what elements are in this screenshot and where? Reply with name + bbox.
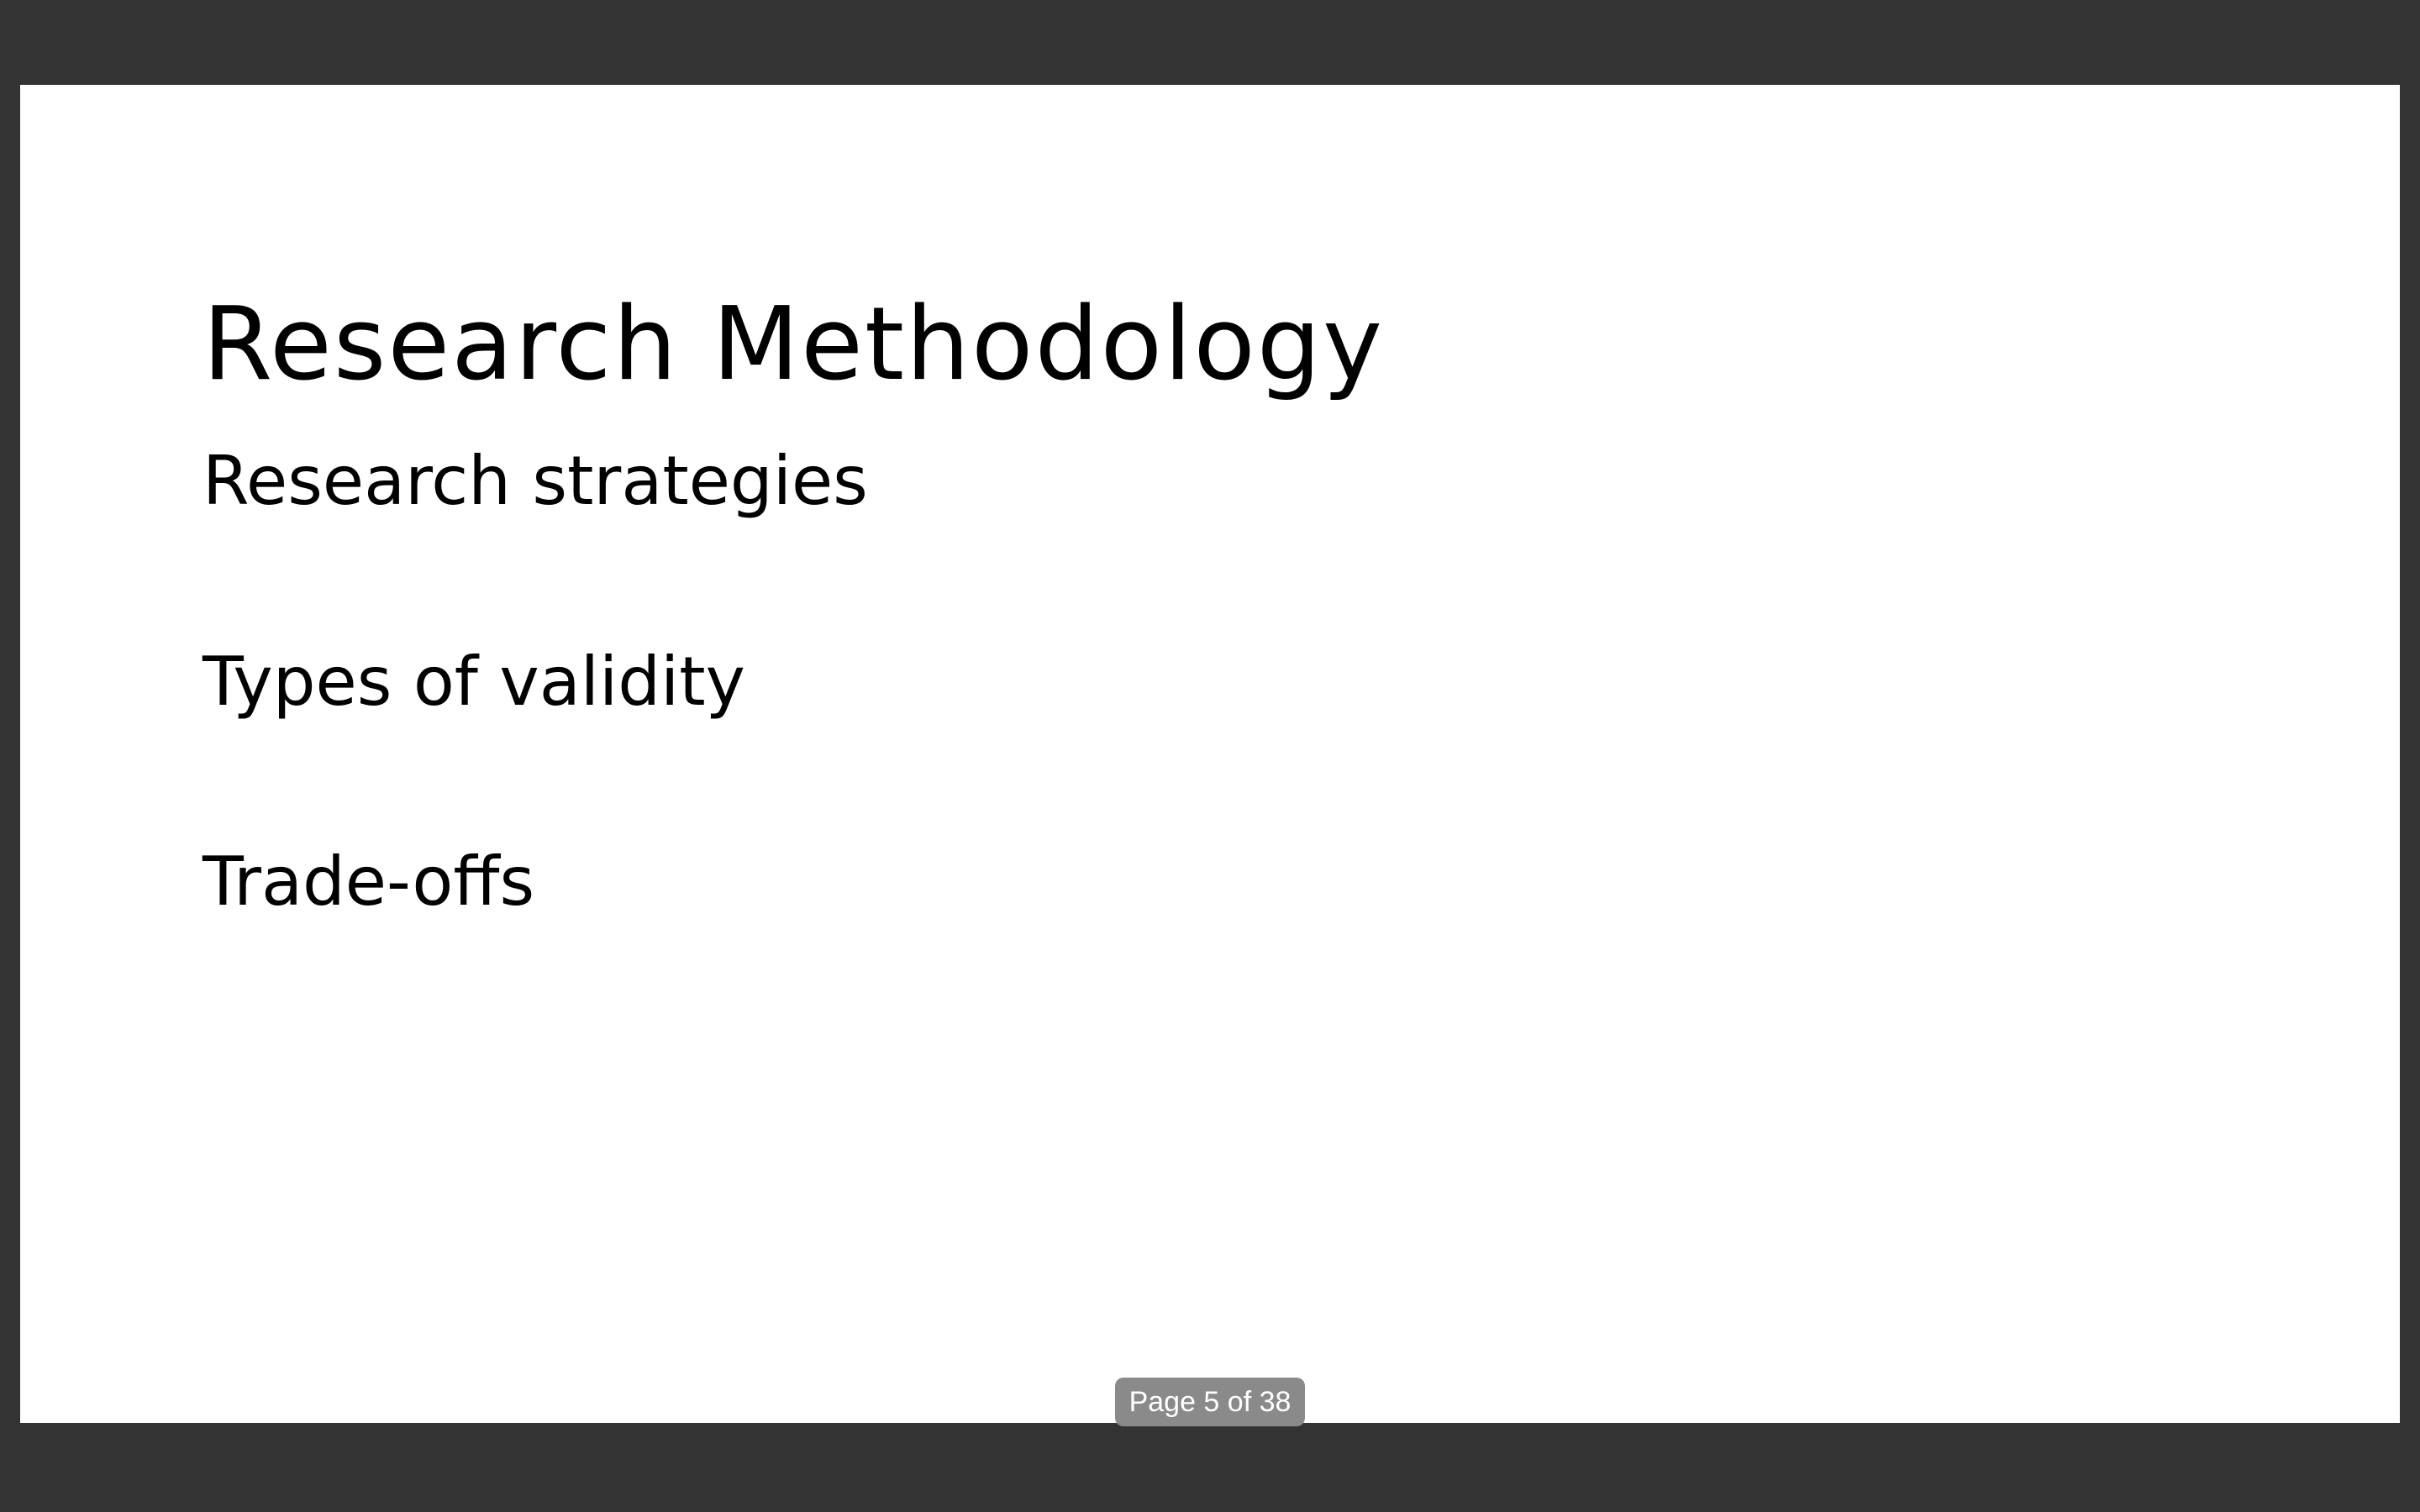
slide-title: Research Methodology — [203, 286, 1384, 403]
slide-bullet: Research strategies — [203, 442, 868, 520]
page-indicator: Page 5 of 38 — [1115, 1378, 1305, 1426]
slide-bullet: Types of validity — [203, 643, 745, 721]
slide-bullet: Trade-offs — [203, 843, 535, 921]
presentation-viewer: Research Methodology Research strategies… — [0, 0, 2420, 1512]
slide-canvas[interactable]: Research Methodology Research strategies… — [20, 85, 2400, 1423]
